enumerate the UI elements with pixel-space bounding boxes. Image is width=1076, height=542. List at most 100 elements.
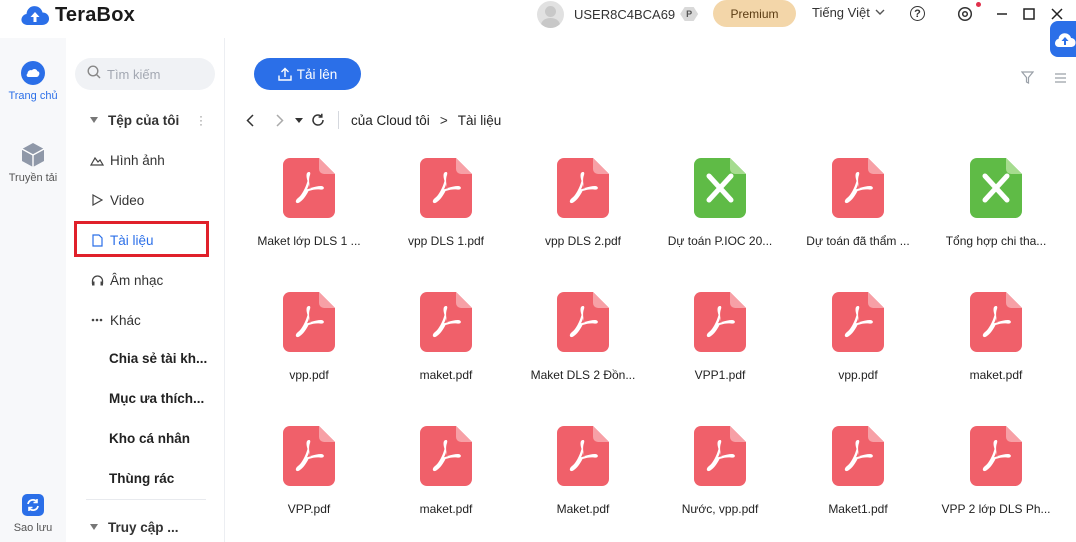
file-item[interactable]: Nước, vpp.pdf — [656, 426, 784, 516]
file-name: Maket1.pdf — [828, 502, 888, 516]
sidebar-item-images[interactable]: Hình ảnh — [90, 150, 165, 170]
file-item[interactable]: vpp.pdf — [794, 292, 922, 382]
pdf-file-icon — [420, 426, 472, 486]
file-name: maket.pdf — [969, 368, 1023, 382]
back-icon[interactable] — [240, 110, 260, 130]
avatar[interactable] — [537, 0, 564, 28]
terabox-window: TeraBox USER8C4BCA69 P Premium Tiếng Việ… — [0, 0, 1076, 542]
pdf-file-icon — [420, 292, 472, 352]
breadcrumb: của Cloud tôi > Tài liệu — [240, 110, 501, 130]
quick-access-header[interactable]: Truy cập ... — [90, 517, 179, 537]
sidebar-item-label: Video — [110, 192, 145, 208]
sidebar-item-favorites[interactable]: Mục ưa thích... — [109, 391, 211, 406]
premium-button[interactable]: Premium — [713, 0, 796, 27]
pdf-file-icon — [970, 426, 1022, 486]
maximize-icon[interactable] — [1020, 5, 1038, 23]
username: USER8C4BCA69 — [574, 6, 676, 22]
forward-icon[interactable] — [270, 110, 290, 130]
file-item[interactable]: maket.pdf — [382, 426, 510, 516]
my-files-header[interactable]: Tệp của tôi — [90, 110, 179, 130]
app-name: TeraBox — [55, 3, 135, 26]
rail-item-transfer[interactable]: Truyền tải — [0, 142, 66, 184]
user-profile[interactable]: USER8C4BCA69 P — [537, 0, 699, 28]
upload-label: Tải lên — [296, 66, 338, 82]
highlight-box — [74, 221, 209, 257]
file-item[interactable]: maket.pdf — [382, 292, 510, 382]
search-input[interactable] — [107, 66, 207, 82]
search-box[interactable] — [75, 58, 215, 90]
rail-item-backup[interactable]: Sao lưu — [0, 492, 66, 534]
file-item[interactable]: maket.pdf — [932, 292, 1060, 382]
file-item[interactable]: Maket1.pdf — [794, 426, 922, 516]
breadcrumb-root[interactable]: của Cloud tôi — [351, 113, 430, 128]
upload-icon — [278, 67, 292, 81]
file-item[interactable]: Tổng hợp chi tha... — [932, 158, 1060, 248]
sidebar-item-private-vault[interactable]: Kho cá nhân — [109, 431, 211, 446]
filter-icon[interactable] — [1020, 71, 1035, 89]
sidebar-item-label: Âm nhạc — [110, 272, 164, 288]
more-dots-icon — [90, 313, 104, 327]
file-item[interactable]: Dự toán đã thẩm ... — [794, 158, 922, 248]
pdf-file-icon — [557, 426, 609, 486]
pdf-file-icon — [970, 292, 1022, 352]
excel-file-icon — [970, 158, 1022, 218]
sidebar-item-trash[interactable]: Thùng rác — [109, 471, 211, 486]
list-view-icon[interactable] — [1054, 71, 1067, 89]
file-item[interactable]: VPP1.pdf — [656, 292, 784, 382]
file-name: Maket.pdf — [556, 502, 610, 516]
help-icon[interactable]: ? — [910, 6, 925, 21]
title-bar: TeraBox USER8C4BCA69 P Premium Tiếng Việ… — [0, 0, 1076, 30]
rail-backup-label: Sao lưu — [13, 522, 53, 534]
file-item[interactable]: vpp DLS 2.pdf — [519, 158, 647, 248]
file-item[interactable]: Maket.pdf — [519, 426, 647, 516]
floating-upload-widget[interactable] — [1050, 21, 1076, 57]
file-item[interactable]: vpp DLS 1.pdf — [382, 158, 510, 248]
breadcrumb-divider — [338, 111, 339, 129]
transfer-icon — [20, 142, 46, 168]
file-item[interactable]: Maket lớp DLS 1 ... — [245, 158, 373, 248]
pdf-file-icon — [832, 158, 884, 218]
file-item[interactable]: vpp.pdf — [245, 292, 373, 382]
file-name: vpp DLS 2.pdf — [544, 234, 622, 248]
file-name: Maket lớp DLS 1 ... — [257, 234, 361, 248]
minimize-icon[interactable] — [993, 5, 1011, 23]
sidebar-item-music[interactable]: Âm nhạc — [90, 270, 163, 290]
quick-access-label: Truy cập ... — [108, 519, 179, 535]
settings-icon[interactable] — [956, 5, 974, 23]
file-name: Maket DLS 2 Đồn... — [530, 368, 636, 382]
sidebar: Tệp của tôi ··· Hình ảnh Video Tài liệu — [66, 38, 225, 542]
pdf-file-icon — [832, 426, 884, 486]
file-name: vpp.pdf — [289, 368, 329, 382]
excel-file-icon — [694, 158, 746, 218]
sidebar-item-label: Hình ảnh — [110, 152, 165, 168]
sidebar-item-shared[interactable]: Chia sẻ tài kh... — [109, 351, 211, 366]
search-icon — [87, 64, 101, 84]
file-name: Tổng hợp chi tha... — [945, 234, 1047, 248]
file-item[interactable]: VPP.pdf — [245, 426, 373, 516]
file-name: maket.pdf — [419, 502, 473, 516]
file-name: vpp DLS 1.pdf — [407, 234, 485, 248]
file-item[interactable]: Maket DLS 2 Đồn... — [519, 292, 647, 382]
more-options-icon[interactable]: · · · — [199, 110, 203, 130]
rail-home-label: Trang chủ — [8, 90, 58, 102]
upload-button[interactable]: Tải lên — [254, 58, 361, 90]
terabox-logo-icon — [21, 6, 50, 26]
sidebar-item-label: Khác — [110, 312, 141, 328]
sidebar-item-other[interactable]: Khác — [90, 310, 141, 330]
pdf-file-icon — [832, 292, 884, 352]
cloud-icon — [20, 60, 46, 86]
my-files-label: Tệp của tôi — [108, 112, 180, 128]
refresh-icon[interactable] — [308, 110, 328, 130]
language-selector[interactable]: Tiếng Việt — [812, 5, 885, 20]
level-badge: P — [680, 7, 699, 21]
pdf-file-icon — [694, 292, 746, 352]
file-item[interactable]: Dự toán P.IOC 20... — [656, 158, 784, 248]
file-item[interactable]: VPP 2 lớp DLS Ph... — [932, 426, 1060, 516]
history-dropdown-icon[interactable] — [292, 110, 306, 130]
app-logo[interactable]: TeraBox — [20, 3, 135, 27]
rail-item-home[interactable]: Trang chủ — [0, 60, 66, 102]
file-name: VPP 2 lớp DLS Ph... — [941, 502, 1051, 516]
image-icon — [90, 153, 104, 167]
sidebar-item-video[interactable]: Video — [90, 190, 144, 210]
pdf-file-icon — [557, 292, 609, 352]
